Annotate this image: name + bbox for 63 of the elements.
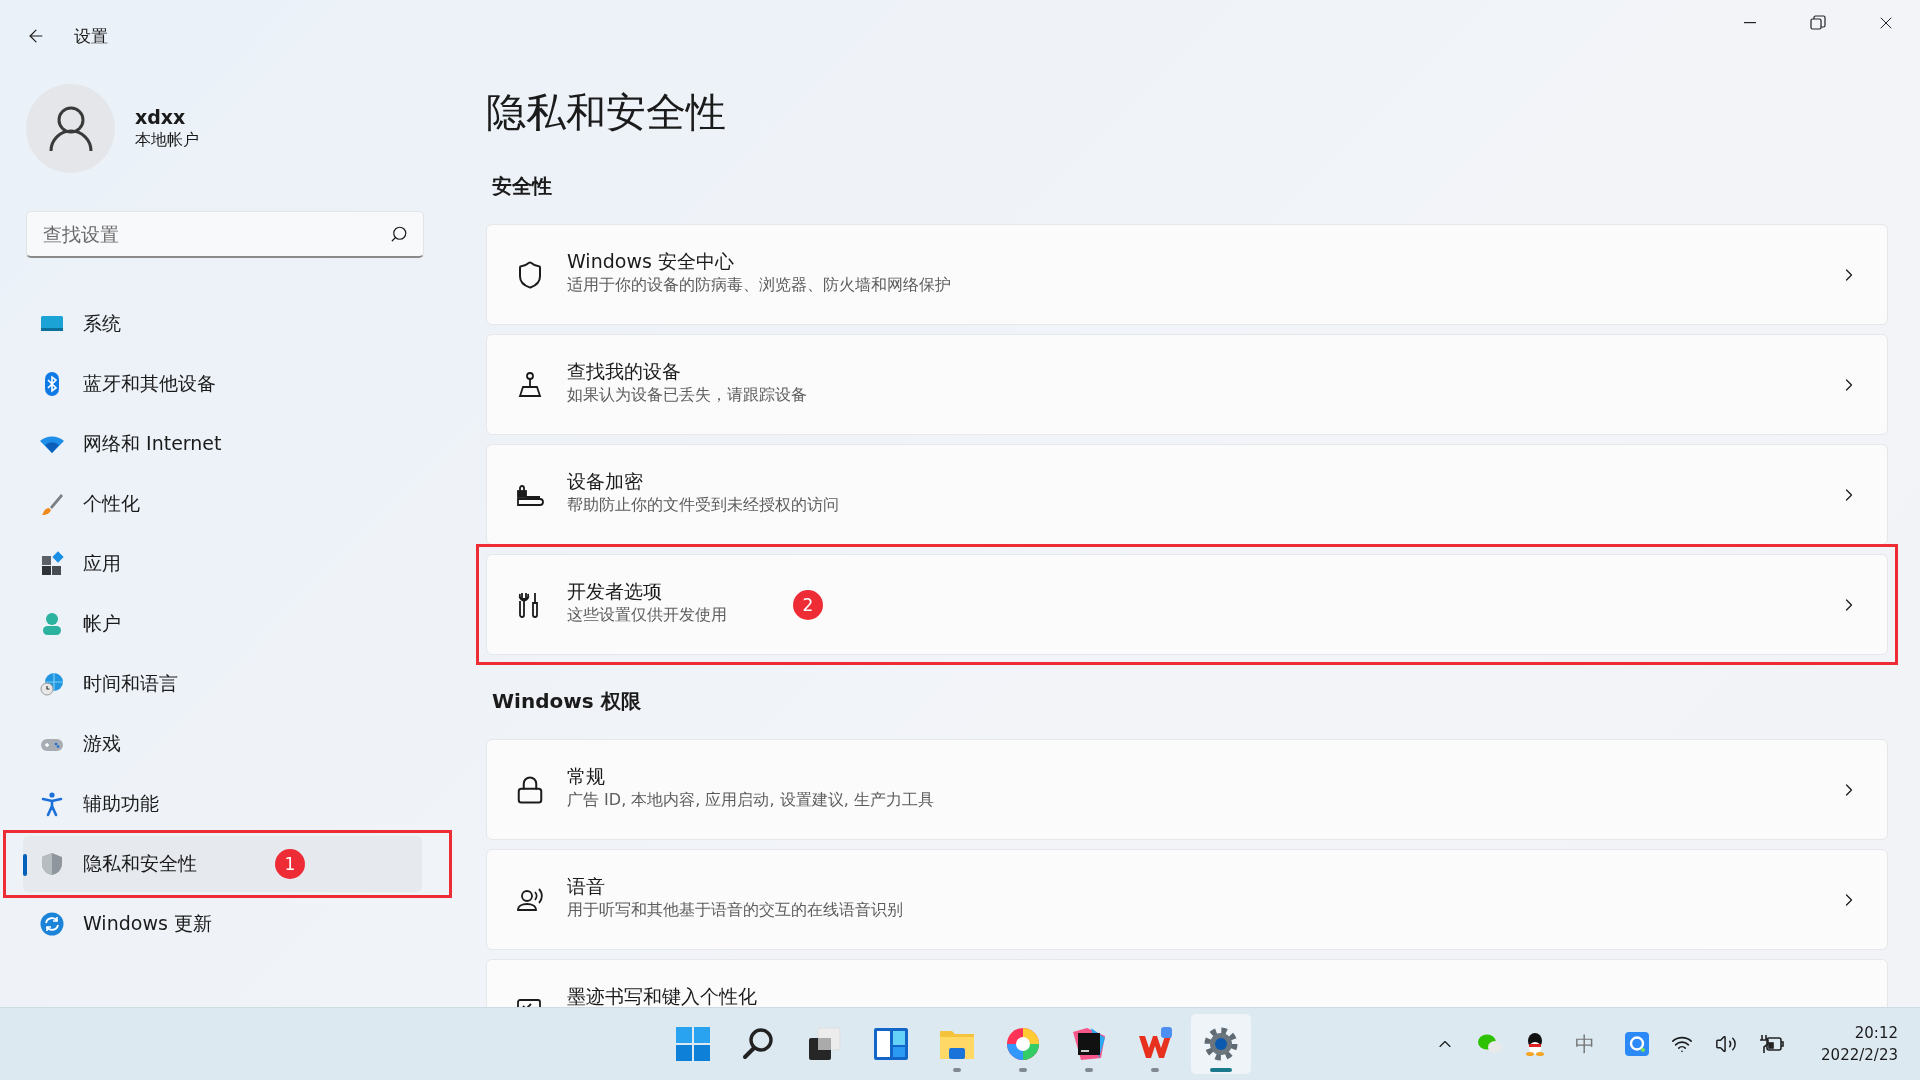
section-title: 安全性 [492, 173, 553, 200]
card-title: 常规 [567, 764, 606, 788]
card-description: 适用于你的设备的防病毒、浏览器、防火墙和网络保护 [567, 275, 951, 296]
apps-icon [39, 551, 65, 577]
card-title: 查找我的设备 [567, 359, 682, 383]
card-title: 墨迹书写和键入个性化 [567, 984, 757, 1007]
settings-card[interactable]: 语音 用于听写和其他基于语音的交互的在线语音识别 [486, 849, 1888, 950]
nav-item[interactable]: 个性化 [23, 476, 422, 532]
taskbar-app[interactable] [1191, 1014, 1251, 1074]
settings-card[interactable]: 开发者选项 这些设置仅供开发使用 2 [486, 554, 1888, 655]
lock-icon [515, 774, 545, 805]
nav-item[interactable]: 蓝牙和其他设备 [23, 356, 422, 412]
input-method-indicator[interactable]: 中 [1563, 1030, 1608, 1058]
shield-icon [39, 851, 65, 877]
gear-icon [1203, 1026, 1239, 1062]
card-title: 开发者选项 [567, 579, 663, 603]
nav-item[interactable]: 辅助功能 [23, 776, 422, 832]
nav-item[interactable]: 帐户 [23, 596, 422, 652]
card-description: 帮助防止你的文件受到未经授权的访问 [567, 495, 839, 516]
task-view-icon [807, 1026, 843, 1062]
nav-item[interactable]: 系统 [23, 296, 422, 352]
update-icon [39, 911, 65, 937]
card-description: 用于听写和其他基于语音的交互的在线语音识别 [567, 900, 903, 921]
person-icon [48, 105, 93, 152]
settings-card[interactable]: Windows 安全中心 适用于你的设备的防病毒、浏览器、防火墙和网络保护 [486, 224, 1888, 325]
section-title: Windows 权限 [492, 688, 642, 715]
card-description: 广告 ID, 本地内容, 应用启动, 设置建议, 生产力工具 [567, 790, 934, 811]
user-name: xdxx [135, 106, 187, 128]
step-badge: 1 [275, 849, 305, 879]
color-swirl-icon [1005, 1026, 1041, 1062]
windows-logo-icon [675, 1026, 711, 1062]
ide-icon [1071, 1026, 1107, 1062]
page-title: 隐私和安全性 [486, 88, 727, 137]
nav-item[interactable]: 隐私和安全性 1 [23, 836, 422, 892]
window-title: 设置 [74, 24, 108, 48]
nav-item[interactable]: Windows 更新 [23, 896, 422, 952]
settings-card[interactable]: 设备加密 帮助防止你的文件受到未经授权的访问 [486, 444, 1888, 545]
settings-card[interactable]: 查找我的设备 如果认为设备已丢失，请跟踪设备 [486, 334, 1888, 435]
step-badge: 2 [793, 589, 823, 620]
nav-item[interactable]: 网络和 Internet [23, 416, 422, 472]
minimize-icon [1744, 22, 1756, 24]
restore-icon [1810, 15, 1826, 31]
card-title: Windows 安全中心 [567, 249, 735, 273]
clock-date: 2022/2/23 [1821, 1045, 1898, 1066]
selection-indicator [23, 854, 27, 876]
settings-card[interactable]: 墨迹书写和键入个性化 [486, 959, 1888, 1007]
nav-item[interactable]: 游戏 [23, 716, 422, 772]
search-field[interactable]: 查找设置 [26, 211, 424, 258]
card-title: 设备加密 [567, 469, 644, 493]
card-description: 如果认为设备已丢失，请跟踪设备 [567, 385, 807, 406]
clock[interactable]: 20:12 2022/2/23 [1821, 1022, 1898, 1066]
account-type: 本地帐户 [135, 130, 199, 151]
clock-time: 20:12 [1854, 1023, 1898, 1044]
accessibility-icon [39, 791, 65, 817]
brush-icon [39, 491, 65, 517]
card-title: 语音 [567, 874, 606, 898]
search-icon [390, 225, 408, 243]
card-description: 这些设置仅供开发使用 [567, 605, 727, 626]
nav-item[interactable]: 应用 [23, 536, 422, 592]
globe-clock-icon [39, 671, 65, 697]
nav-item[interactable]: 时间和语言 [23, 656, 422, 712]
widgets-icon [873, 1026, 909, 1062]
settings-card[interactable]: 常规 广告 ID, 本地内容, 应用启动, 设置建议, 生产力工具 [486, 739, 1888, 840]
